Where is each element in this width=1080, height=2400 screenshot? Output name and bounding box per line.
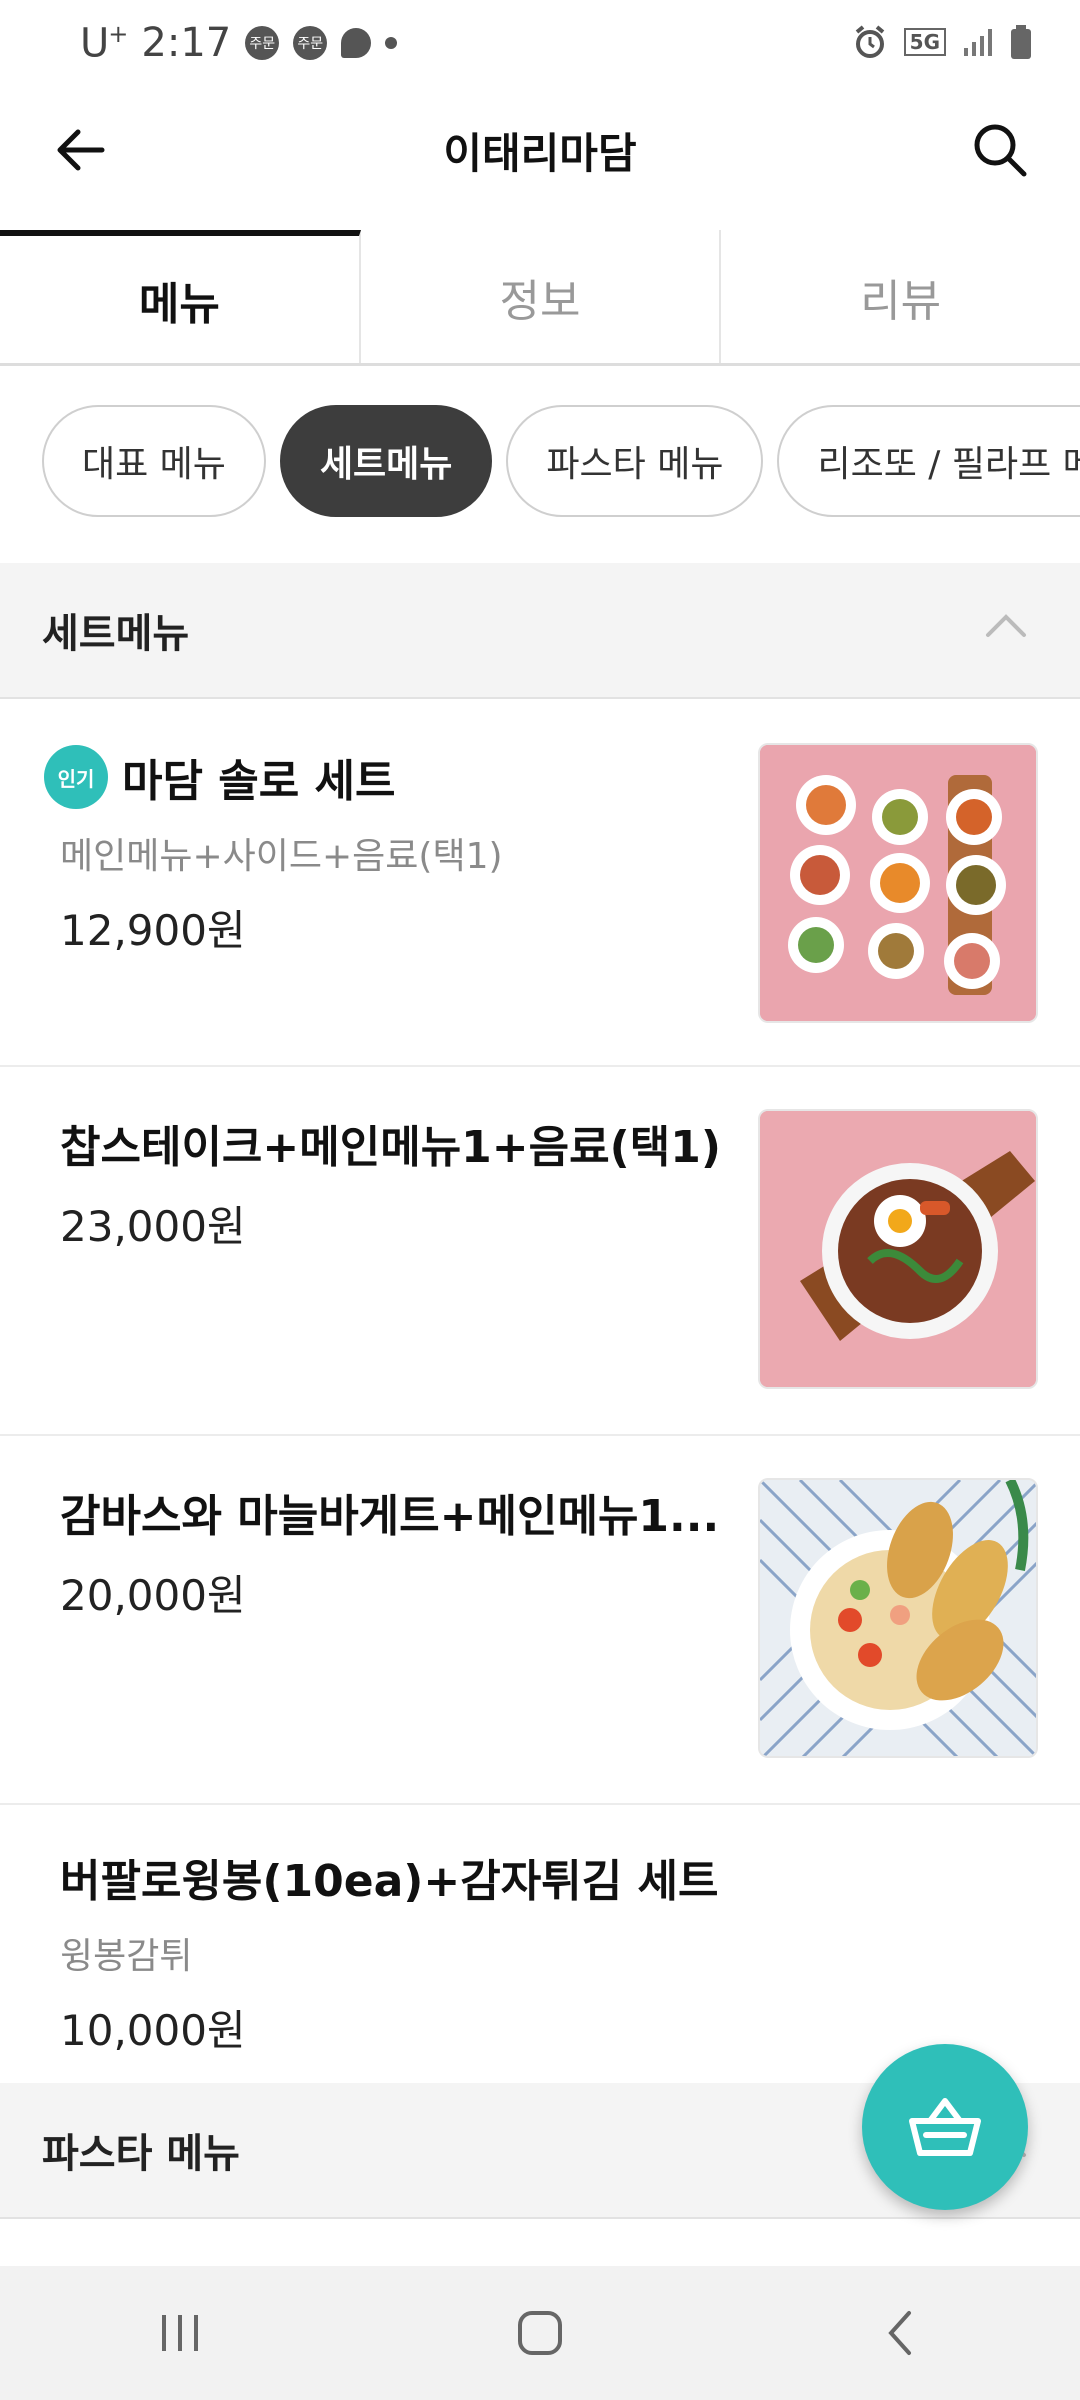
more-notifications-dot [385,37,398,50]
menu-item[interactable]: 감바스와 마늘바게트+메인메뉴1... 20,000원 [0,1436,1080,1805]
item-description: 메인메뉴+사이드+음료(택1) [60,836,503,877]
tab-reviews[interactable]: 리뷰 [721,230,1080,363]
item-name: 찹스테이크+메인메뉴1+음료(택1) [60,1122,721,1173]
chip-set-menu[interactable]: 세트메뉴 [279,405,493,517]
search-button[interactable] [960,110,1040,190]
steak-bowl-photo [758,1109,1038,1389]
item-name: 감바스와 마늘바게트+메인메뉴1... [60,1491,720,1542]
tab-info[interactable]: 정보 [361,230,722,363]
popular-badge: 인기 [44,745,108,809]
menu-item[interactable]: 인기 마담 솔로 세트 메인메뉴+사이드+음료(택1) 12,900원 [0,701,1080,1067]
item-description: 윙봉감튀 [60,1936,193,1977]
battery-icon [1011,25,1031,59]
chat-notification-icon [341,28,372,59]
cart-button[interactable] [862,2044,1028,2210]
network-type: 5G [903,28,946,56]
section-header-set-menu[interactable]: 세트메뉴 [0,563,1080,699]
page-title: 이태리마담 [443,129,637,178]
home-button[interactable] [480,2283,600,2383]
home-icon [518,2311,562,2355]
basket-icon [909,2098,981,2156]
menu-item[interactable]: 찹스테이크+메인메뉴1+음료(택1) 23,000원 [0,1067,1080,1436]
clock: 2:17 [141,20,232,67]
item-price: 12,900원 [60,906,246,955]
item-name: 버팔로윙봉(10ea)+감자튀김 세트 [60,1856,719,1907]
status-bar: U+ 2:17 주문 주문 5G [0,0,1080,90]
system-back-button[interactable] [840,2283,960,2383]
tab-bar: 메뉴 정보 리뷰 [0,230,1080,366]
chip-pasta-menu[interactable]: 파스타 메뉴 [506,405,764,517]
recent-apps-icon [162,2315,198,2351]
alarm-icon [855,25,884,58]
food-platter-photo [758,743,1038,1023]
system-nav-bar [0,2266,1080,2400]
order-notification-icon: 주문 [293,26,328,61]
recent-apps-button[interactable] [120,2283,240,2383]
carrier-label: U+ [80,20,128,67]
order-notification-icon: 주문 [245,26,280,61]
chip-signature-menu[interactable]: 대표 메뉴 [42,405,266,517]
chevron-up-icon [986,614,1026,637]
gambas-photo [758,1478,1038,1758]
signal-icon [964,29,992,56]
back-icon [888,2311,911,2355]
item-name: 마담 솔로 세트 [122,756,396,807]
category-chips: 대표 메뉴 세트메뉴 파스타 메뉴 리조또 / 필라프 메뉴 [42,405,1080,521]
section-title: 파스타 메뉴 [42,2131,240,2177]
item-price: 20,000원 [60,1571,246,1620]
tab-menu[interactable]: 메뉴 [0,230,361,363]
item-price: 10,000원 [60,2006,246,2055]
search-icon [974,124,1027,177]
chip-risotto-pilaf-menu[interactable]: 리조또 / 필라프 메뉴 [777,405,1080,517]
menu-item[interactable]: 버팔로윙봉(10ea)+감자튀김 세트 윙봉감튀 10,000원 [0,1805,1080,2083]
app-header: 이태리마담 [0,90,1080,210]
item-price: 23,000원 [60,1202,246,1251]
section-title: 세트메뉴 [42,611,190,657]
